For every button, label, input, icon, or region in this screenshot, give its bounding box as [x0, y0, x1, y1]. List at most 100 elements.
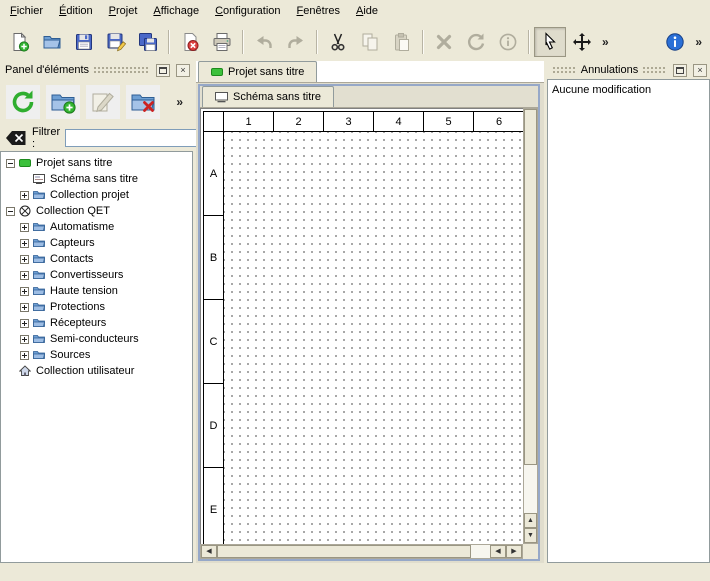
tree-item-convertisseurs[interactable]: Convertisseurs [1, 267, 192, 283]
tree-item-haute-tension[interactable]: Haute tension [1, 283, 192, 299]
new-file-button[interactable] [4, 27, 36, 57]
expand-expander-icon[interactable] [20, 271, 29, 280]
expand-expander-icon[interactable] [20, 191, 29, 200]
menu-configuration[interactable]: Configuration [207, 2, 288, 20]
float-panel-button[interactable] [156, 64, 170, 77]
menu-affichage[interactable]: Affichage [145, 2, 207, 20]
delete-element-button[interactable] [126, 85, 160, 119]
tab-label: Projet sans titre [228, 66, 304, 78]
menu-fichier[interactable]: Fichier [2, 2, 51, 20]
element-info-button[interactable] [492, 27, 524, 57]
select-tool-button[interactable] [534, 27, 566, 57]
clear-filter-button[interactable] [5, 129, 27, 147]
reload-collections-button[interactable] [6, 85, 40, 119]
save-button[interactable] [68, 27, 100, 57]
rotate-icon [466, 32, 486, 52]
about-button[interactable] [659, 27, 691, 57]
expand-expander-icon[interactable] [20, 223, 29, 232]
menu-projet[interactable]: Projet [101, 2, 146, 20]
delete-button[interactable] [428, 27, 460, 57]
tree-item-projet-sans-titre[interactable]: Projet sans titre [1, 155, 192, 171]
collapse-expander-icon[interactable] [6, 207, 15, 216]
tree-item-recepteurs[interactable]: Récepteurs [1, 315, 192, 331]
tree-item-protections[interactable]: Protections [1, 299, 192, 315]
tab-projet-sans-titre[interactable]: Projet sans titre [198, 61, 317, 82]
column-header: 3 [324, 112, 374, 131]
schema-tab-bar: Schéma sans titre [200, 86, 538, 108]
tree-item-sources[interactable]: Sources [1, 347, 192, 363]
vertical-scrollbar[interactable]: ▲ ▼ [523, 108, 538, 544]
horizontal-scroll-track[interactable] [217, 545, 490, 558]
tab-schema-sans-titre[interactable]: Schéma sans titre [202, 86, 334, 107]
move-view-button[interactable] [566, 27, 598, 57]
new-element-button[interactable] [46, 85, 80, 119]
project-icon [211, 66, 223, 78]
scroll-left-button[interactable]: ◀ [201, 545, 217, 558]
close-panel-button[interactable]: × [176, 64, 190, 77]
diagram-body: A B C D E [204, 132, 523, 544]
select-cursor-icon [540, 32, 560, 52]
column-header: 4 [374, 112, 424, 131]
expand-expander-icon[interactable] [20, 255, 29, 264]
cut-button[interactable] [322, 27, 354, 57]
tree-item-semi-conducteurs[interactable]: Semi-conducteurs [1, 331, 192, 347]
elements-panel: Panel d'éléments × » [0, 61, 193, 563]
menu-aide[interactable]: Aide [348, 2, 386, 20]
edit-element-button[interactable] [86, 85, 120, 119]
scroll-left-button-2[interactable]: ◀ [490, 545, 506, 558]
menu-bar: Fichier Édition Projet Affichage Configu… [0, 0, 710, 22]
toolbar-separator [528, 30, 530, 54]
tree-item-capteurs[interactable]: Capteurs [1, 235, 192, 251]
float-panel-button[interactable] [673, 64, 687, 77]
undo-panel-title: Annulations [581, 64, 639, 76]
open-project-button[interactable] [36, 27, 68, 57]
scroll-up-button[interactable]: ▲ [524, 513, 537, 528]
horizontal-scrollbar[interactable]: ◀ ◀ ▶ [200, 544, 523, 559]
redo-button[interactable] [280, 27, 312, 57]
folder-icon [33, 237, 45, 249]
qelectrotech-window: Fichier Édition Projet Affichage Configu… [0, 0, 710, 581]
tree-item-schema-sans-titre[interactable]: Schéma sans titre [1, 171, 192, 187]
expand-expander-icon[interactable] [20, 287, 29, 296]
tree-item-contacts[interactable]: Contacts [1, 251, 192, 267]
rotate-button[interactable] [460, 27, 492, 57]
tree-item-collection-utilisateur[interactable]: Collection utilisateur [1, 363, 192, 379]
collapse-expander-icon[interactable] [6, 159, 15, 168]
menu-edition[interactable]: Édition [51, 2, 101, 20]
close-file-button[interactable] [174, 27, 206, 57]
print-button[interactable] [206, 27, 238, 57]
toolbar-separator [168, 30, 170, 54]
expand-expander-icon[interactable] [20, 239, 29, 248]
tree-item-collection-projet[interactable]: Collection projet [1, 187, 192, 203]
expand-expander-icon[interactable] [20, 319, 29, 328]
scroll-down-button[interactable]: ▼ [524, 528, 537, 543]
vertical-scroll-thumb[interactable] [524, 109, 537, 465]
tree-item-collection-qet[interactable]: Collection QET [1, 203, 192, 219]
tree-item-label: Convertisseurs [50, 269, 123, 281]
qet-collection-icon [19, 205, 31, 217]
panel-toolbar-overflow-chevron[interactable]: » [172, 95, 187, 109]
toolbar-overflow-chevron-right[interactable]: » [691, 35, 706, 49]
expand-expander-icon[interactable] [20, 335, 29, 344]
diagram-grid-canvas[interactable] [224, 132, 523, 544]
vertical-scroll-track[interactable] [524, 109, 537, 513]
copy-button[interactable] [354, 27, 386, 57]
toolbar-overflow-chevron[interactable]: » [598, 35, 613, 49]
menu-fenetres[interactable]: Fenêtres [289, 2, 348, 20]
diagram-icon [215, 92, 228, 103]
main-area: Panel d'éléments × » [0, 61, 710, 563]
expand-expander-icon[interactable] [20, 351, 29, 360]
close-panel-button[interactable]: × [693, 64, 707, 77]
expand-expander-icon[interactable] [20, 303, 29, 312]
undo-panel: Annulations × Aucune modification [547, 61, 710, 563]
horizontal-scroll-thumb[interactable] [217, 545, 471, 558]
paste-button[interactable] [386, 27, 418, 57]
save-as-button[interactable] [100, 27, 132, 57]
scroll-right-button[interactable]: ▶ [506, 545, 522, 558]
undo-button[interactable] [248, 27, 280, 57]
tree-item-automatisme[interactable]: Automatisme [1, 219, 192, 235]
undo-history-list[interactable]: Aucune modification [547, 79, 710, 563]
new-element-icon [50, 89, 76, 115]
main-toolbar: » » [0, 22, 710, 61]
save-all-button[interactable] [132, 27, 164, 57]
